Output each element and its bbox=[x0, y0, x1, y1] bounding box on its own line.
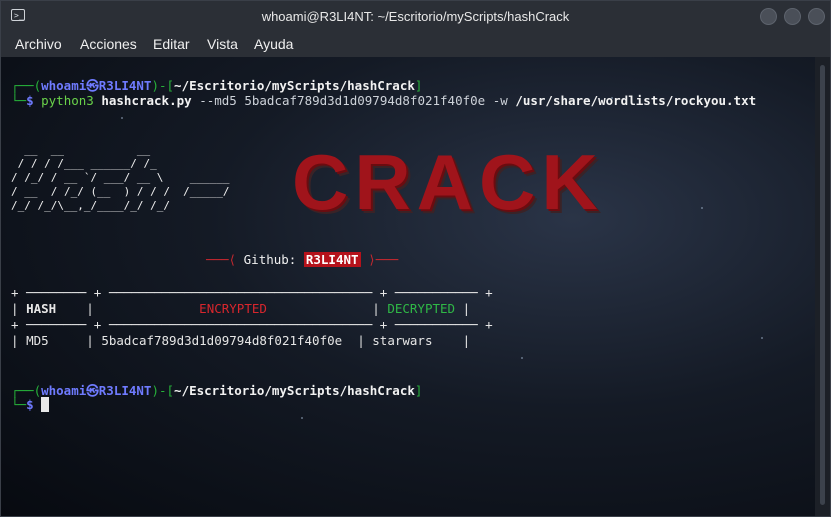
menu-vista[interactable]: Vista bbox=[207, 36, 238, 52]
minimize-button[interactable] bbox=[760, 8, 777, 25]
prompt-line: ┌──(whoami㉿R3LI4NT)-[~/Escritorio/myScri… bbox=[11, 78, 423, 93]
title-bar: >_ whoami@R3LI4NT: ~/Escritorio/myScript… bbox=[1, 1, 830, 33]
terminal-window: >_ whoami@R3LI4NT: ~/Escritorio/myScript… bbox=[0, 0, 831, 517]
crack-logo: CRACK bbox=[292, 138, 604, 226]
terminal-output[interactable]: ┌──(whoami㉿R3LI4NT)-[~/Escritorio/myScri… bbox=[1, 57, 817, 516]
menu-acciones[interactable]: Acciones bbox=[80, 36, 137, 52]
table-header: | HASH | ENCRYPTED | DECRYPTED | bbox=[11, 301, 471, 316]
input-line[interactable]: └─$ bbox=[11, 397, 50, 412]
maximize-button[interactable] bbox=[784, 8, 801, 25]
window-title: whoami@R3LI4NT: ~/Escritorio/myScripts/h… bbox=[261, 9, 570, 24]
scrollbar-thumb[interactable] bbox=[820, 65, 825, 505]
prompt-line-2: ┌──(whoami㉿R3LI4NT)-[~/Escritorio/myScri… bbox=[11, 383, 423, 398]
ascii-hash-logo: __ __ __ / / / /___ ______/ /_ / /_/ / _… bbox=[11, 143, 230, 212]
menu-ayuda[interactable]: Ayuda bbox=[254, 36, 293, 52]
github-credit: ───⟨ Github: R3LI4NT ⟩─── bbox=[206, 252, 399, 267]
menu-editar[interactable]: Editar bbox=[153, 36, 190, 52]
menu-archivo[interactable]: Archivo bbox=[15, 36, 62, 52]
menu-bar: Archivo Acciones Editar Vista Ayuda bbox=[1, 33, 830, 57]
close-button[interactable] bbox=[808, 8, 825, 25]
table-row: | MD5 | 5badcaf789d3d1d09794d8f021f40f0e… bbox=[11, 333, 471, 348]
scrollbar[interactable] bbox=[815, 57, 830, 516]
text-cursor bbox=[41, 397, 50, 412]
command-line: └─$ python3 hashcrack.py --md5 5badcaf78… bbox=[11, 93, 757, 108]
